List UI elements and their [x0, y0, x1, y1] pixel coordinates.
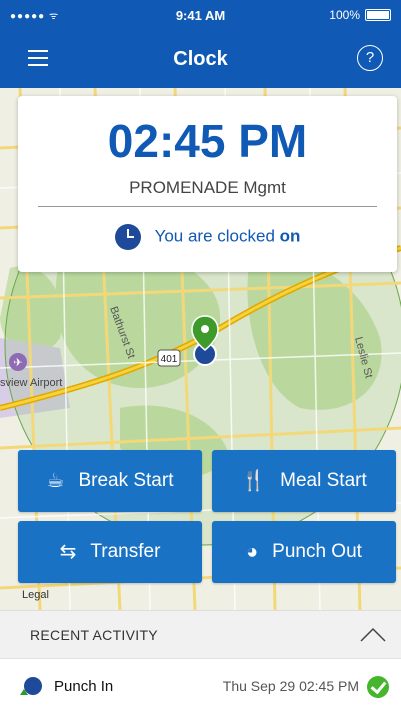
transfer-button[interactable]: ⇆ Transfer [18, 521, 202, 583]
check-icon [367, 676, 389, 698]
meal-start-label: Meal Start [280, 470, 367, 491]
airport-label: sview Airport [0, 377, 62, 389]
break-start-label: Break Start [78, 470, 174, 491]
clock-icon [114, 224, 141, 250]
fork-knife-icon: 🍴 [241, 470, 267, 492]
punch-out-button[interactable]: ◕ Punch Out [212, 521, 396, 583]
top-bar: ●●●●● ᯤ 9:41 AM 100% Clock ? [0, 0, 401, 88]
battery-percent: 100% [329, 8, 360, 22]
nav-bar: Clock ? [0, 30, 401, 88]
list-item[interactable]: Punch In Thu Sep 29 02:45 PM [0, 658, 401, 712]
break-start-button[interactable]: ☕ Break Start [18, 450, 202, 512]
swap-arrows-icon: ⇆ [59, 541, 77, 563]
map-legal-link[interactable]: Legal [22, 589, 49, 601]
status-bar: ●●●●● ᯤ 9:41 AM 100% [0, 0, 401, 30]
clock-status: You are clocked on [18, 224, 397, 250]
clock-cancel-icon: ◕ [246, 541, 259, 563]
highway-shield-label: 401 [161, 354, 178, 365]
clock-status-prefix: You are clocked [154, 226, 275, 246]
battery-indicator: 100% [329, 8, 391, 22]
punch-in-icon [20, 677, 42, 695]
recent-activity-header[interactable]: RECENT ACTIVITY [0, 610, 401, 659]
recent-activity-title: RECENT ACTIVITY [30, 627, 158, 643]
svg-text:✈: ✈ [13, 356, 22, 369]
organization-name: PROMENADE Mgmt [129, 178, 286, 197]
meal-start-button[interactable]: 🍴 Meal Start [212, 450, 396, 512]
page-title: Clock [173, 48, 228, 70]
divider [38, 206, 377, 207]
battery-icon [365, 9, 391, 21]
punch-out-label: Punch Out [272, 541, 362, 562]
activity-timestamp: Thu Sep 29 02:45 PM [222, 678, 359, 694]
clock-status-value: on [279, 226, 301, 246]
activity-label: Punch In [54, 678, 114, 695]
chevron-up-icon[interactable] [359, 625, 387, 645]
coffee-cup-icon: ☕ [46, 470, 65, 492]
current-time: 02:45 PM [107, 115, 308, 167]
transfer-label: Transfer [90, 541, 161, 562]
clock-status-card: 02:45 PM PROMENADE Mgmt You are clocked … [18, 96, 397, 272]
help-button[interactable]: ? [357, 45, 383, 71]
